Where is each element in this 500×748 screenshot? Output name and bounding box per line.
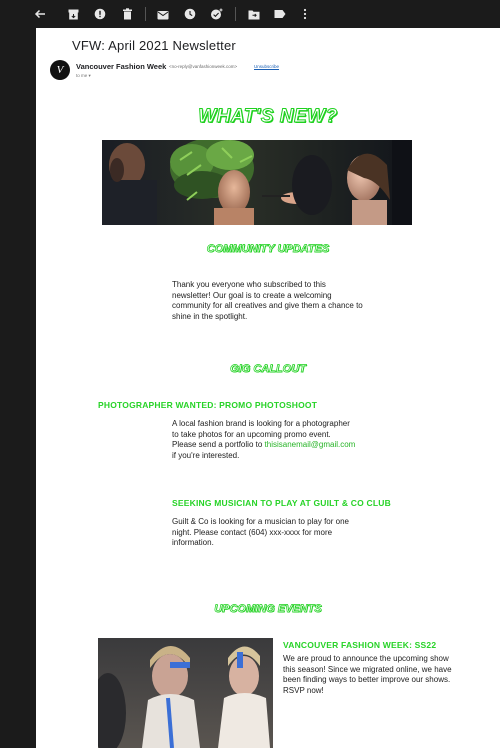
musician-wanted-heading: SEEKING MUSICIAN TO PLAY AT GUILT & CO C…	[172, 498, 391, 508]
add-task-icon[interactable]	[207, 5, 225, 23]
back-arrow-icon[interactable]	[31, 5, 49, 23]
contact-email-link[interactable]: thisisanemail@gmail.com	[265, 440, 356, 449]
archive-icon[interactable]	[64, 5, 82, 23]
photographer-wanted-text: A local fashion brand is looking for a p…	[172, 419, 357, 461]
email-toolbar	[0, 0, 500, 28]
move-to-icon[interactable]	[245, 5, 263, 23]
left-gutter	[0, 28, 36, 748]
sender-avatar[interactable]: V	[50, 60, 70, 80]
community-updates-text: Thank you everyone who subscribed to thi…	[172, 280, 363, 321]
event-text: We are proud to announce the upcoming sh…	[283, 654, 452, 695]
toolbar-divider	[145, 7, 146, 21]
snooze-icon[interactable]	[181, 5, 199, 23]
recipient-details-toggle[interactable]: to me ▾	[76, 73, 91, 79]
label-icon[interactable]	[271, 5, 289, 23]
gig-callout-heading: GIG CALLOUT	[230, 363, 306, 376]
photographer-wanted-heading: PHOTOGRAPHER WANTED: PROMO PHOTOSHOOT	[98, 400, 318, 410]
community-updates-heading: COMMUNITY UPDATES	[206, 243, 330, 256]
hero-fashion-photo	[102, 140, 412, 225]
sender-email: <no-reply@vanfashionweek.com>	[169, 64, 238, 69]
upcoming-events-heading: UPCOMING EVENTS	[214, 603, 322, 616]
whats-new-heading: WHAT'S NEW?	[198, 106, 338, 128]
more-options-icon[interactable]	[296, 5, 314, 23]
email-message-pane: VFW: April 2021 Newsletter V Vancouver F…	[36, 28, 500, 748]
mark-unread-icon[interactable]	[154, 5, 172, 23]
unsubscribe-link[interactable]: Unsubscribe	[254, 64, 279, 69]
sender-name[interactable]: Vancouver Fashion Week	[76, 62, 166, 71]
report-spam-icon[interactable]	[91, 5, 109, 23]
musician-wanted-text: Guilt & Co is looking for a musician to …	[172, 517, 349, 547]
email-subject: VFW: April 2021 Newsletter	[72, 38, 236, 53]
photographer-text-tail: if you're interested.	[172, 450, 240, 460]
avatar-letter: V	[56, 64, 64, 76]
delete-icon[interactable]	[118, 5, 136, 23]
toolbar-divider	[235, 7, 236, 21]
event-runway-photo	[98, 638, 273, 748]
event-heading: VANCOUVER FASHION WEEK: SS22	[283, 640, 437, 650]
